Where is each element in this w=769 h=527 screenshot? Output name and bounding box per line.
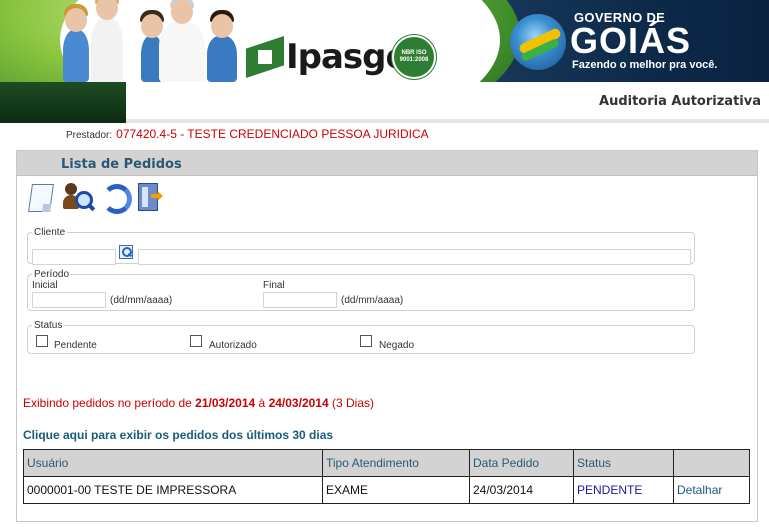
gov-line2: GOIÁS xyxy=(570,20,692,61)
exit-icon[interactable] xyxy=(135,181,165,213)
orders-table: Usuário Tipo Atendimento Data Pedido Sta… xyxy=(23,449,750,504)
status-fieldset: Status Pendente Autorizado Negado xyxy=(27,320,695,354)
status-pendente-label: Pendente xyxy=(54,340,97,351)
orders-panel: Lista de Pedidos Cliente Período Inicial… xyxy=(16,150,758,522)
doctor-figure xyxy=(63,4,89,82)
ipasgo-logo-text: Ipasgo xyxy=(286,37,409,77)
table-header-row: Usuário Tipo Atendimento Data Pedido Sta… xyxy=(23,449,750,477)
cliente-legend: Cliente xyxy=(34,227,66,238)
column-header-data[interactable]: Data Pedido xyxy=(469,449,574,477)
cliente-name-input[interactable] xyxy=(138,249,691,265)
table-row: 0000001-00 TESTE DE IMPRESSORA EXAME 24/… xyxy=(23,476,750,504)
doctors-illustration xyxy=(55,0,245,82)
toolbar xyxy=(27,181,165,215)
refresh-icon[interactable] xyxy=(99,181,132,214)
doctor-figure xyxy=(159,0,205,82)
banner-title-bar-shadow xyxy=(126,119,769,123)
prestador-value: 077420.4-5 - TESTE CREDENCIADO PESSOA JU… xyxy=(116,127,429,141)
panel-title: Lista de Pedidos xyxy=(61,157,182,172)
status-legend: Status xyxy=(34,320,63,331)
status-autorizado-label: Autorizado xyxy=(209,340,257,351)
cell-data: 24/03/2014 xyxy=(469,476,574,504)
header-banner: Ipasgo NBR ISO 9001:2008 GOVERNO DE GOIÁ… xyxy=(0,0,769,123)
gov-slogan: Fazendo o melhor pra você. xyxy=(572,59,718,71)
column-header-status[interactable]: Status xyxy=(573,449,674,477)
last-30-days-link[interactable]: Clique aqui para exibir os pedidos dos ú… xyxy=(23,428,333,442)
cell-status: PENDENTE xyxy=(573,476,674,504)
final-format-hint: (dd/mm/aaaa) xyxy=(341,295,404,306)
cliente-code-input[interactable] xyxy=(32,249,116,265)
doctor-figure xyxy=(207,10,237,82)
column-header-action xyxy=(673,449,750,477)
cliente-search-icon[interactable] xyxy=(119,245,133,259)
periodo-fieldset: Período Inicial (dd/mm/aaaa) Final (dd/m… xyxy=(27,269,695,311)
period-end: 24/03/2014 xyxy=(268,396,329,410)
inicial-date-input[interactable] xyxy=(32,292,106,308)
cell-tipo: EXAME xyxy=(322,476,470,504)
detalhar-link[interactable]: Detalhar xyxy=(673,476,750,504)
cell-usuario: 0000001-00 TESTE DE IMPRESSORA xyxy=(23,476,323,504)
status-autorizado-checkbox[interactable] xyxy=(190,335,202,347)
period-days: (3 Dias) xyxy=(331,396,374,410)
search-person-icon[interactable] xyxy=(63,181,96,213)
status-pendente-checkbox[interactable] xyxy=(36,335,48,347)
column-header-tipo[interactable]: Tipo Atendimento xyxy=(322,449,470,477)
period-message: Exibindo pedidos no período de 21/03/201… xyxy=(23,396,374,410)
periodo-legend: Período xyxy=(34,269,70,280)
period-start: 21/03/2014 xyxy=(195,396,256,410)
status-negado-label: Negado xyxy=(379,340,415,351)
ipasgo-logo-mark-icon xyxy=(246,36,284,78)
goias-globe-icon xyxy=(510,14,566,70)
module-title: Auditoria Autorizativa xyxy=(599,94,761,109)
final-date-input[interactable] xyxy=(263,292,337,308)
new-document-icon[interactable] xyxy=(27,181,57,213)
status-negado-checkbox[interactable] xyxy=(360,335,372,347)
inicial-label: Inicial xyxy=(32,280,58,291)
banner-left-strip xyxy=(0,82,126,123)
prestador-label: Prestador: xyxy=(66,130,113,141)
ipasgo-logo: Ipasgo xyxy=(246,36,409,78)
goias-government-logo: GOVERNO DE GOIÁS Fazendo o melhor pra vo… xyxy=(508,8,758,74)
doctor-figure xyxy=(91,0,123,82)
inicial-format-hint: (dd/mm/aaaa) xyxy=(110,295,173,306)
iso-seal-icon: NBR ISO 9001:2008 xyxy=(392,35,436,79)
prestador-info: Prestador: 077420.4-5 - TESTE CREDENCIADO… xyxy=(66,127,429,141)
cliente-fieldset: Cliente xyxy=(27,227,695,265)
column-header-usuario[interactable]: Usuário xyxy=(23,449,323,477)
final-label: Final xyxy=(263,280,285,291)
